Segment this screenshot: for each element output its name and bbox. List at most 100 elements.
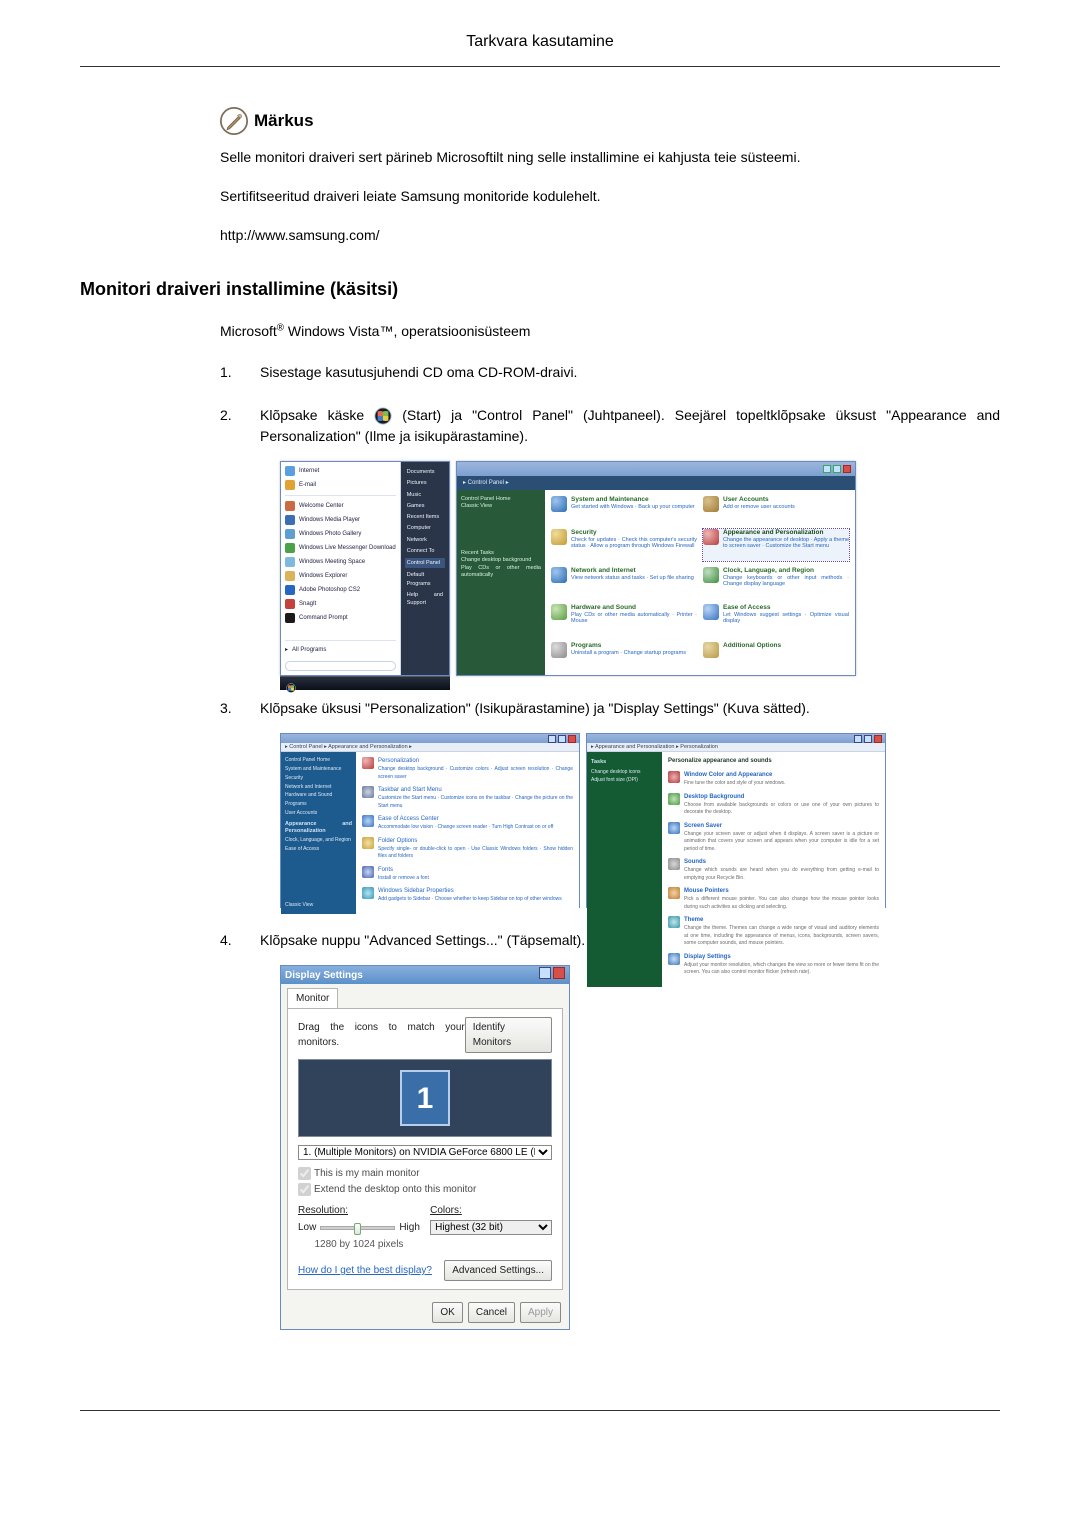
help-link[interactable]: How do I get the best display? [298,1263,432,1278]
cp-side-item[interactable]: Change desktop background [461,557,541,564]
sm-item[interactable]: Command Prompt [285,613,396,623]
cp-side-item[interactable]: Control Panel Home [461,496,541,503]
breadcrumb[interactable]: ▸ Appearance and Personalization ▸ Perso… [587,743,885,752]
advanced-settings-button[interactable]: Advanced Settings... [444,1260,552,1281]
cp-cat-network[interactable]: Network and InternetView network status … [551,567,697,599]
apply-button[interactable]: Apply [520,1302,561,1323]
side-item-active[interactable]: Appearance and Personalization [285,821,352,836]
monitor-preview-area[interactable]: 1 [298,1059,552,1137]
cp-cat-ease[interactable]: Ease of AccessLet Windows suggest settin… [703,604,849,636]
sm-item[interactable]: E-mail [285,480,396,490]
side-item[interactable]: Adjust font size (DPI) [591,777,658,784]
sm-right-item[interactable]: Default Programs [405,571,445,588]
sidebar-link[interactable]: Windows Sidebar PropertiesAdd gadgets to… [362,887,573,904]
side-item[interactable]: Change desktop icons [591,769,658,776]
side-item[interactable]: Clock, Language, and Region [285,837,352,844]
taskbar-link[interactable]: Taskbar and Start MenuCustomize the Star… [362,786,573,810]
breadcrumb[interactable]: ▸ Control Panel ▸ Appearance and Persona… [281,743,579,752]
side-item[interactable]: Ease of Access [285,846,352,853]
cp-cat-security[interactable]: SecurityCheck for updates · Check this c… [551,529,697,560]
cp-cat-users[interactable]: User AccountsAdd or remove user accounts [703,496,849,523]
min-icon[interactable] [548,735,556,743]
close-icon[interactable] [843,465,851,473]
window-titlebar[interactable]: Display Settings [281,966,569,984]
side-item[interactable]: Hardware and Sound [285,792,352,799]
min-icon[interactable] [854,735,862,743]
sm-right-item[interactable]: Network [405,536,445,544]
max-icon[interactable] [558,735,566,743]
extend-desktop-checkbox[interactable]: Extend the desktop onto this monitor [298,1182,552,1197]
side-item[interactable]: Network and Internet [285,784,352,791]
tab-monitor[interactable]: Monitor [287,988,338,1008]
window-titlebar[interactable] [281,734,579,743]
close-icon[interactable] [568,735,576,743]
sm-item[interactable]: Windows Media Player [285,515,396,525]
display-device-select[interactable]: 1. (Multiple Monitors) on NVIDIA GeForce… [298,1145,552,1160]
breadcrumb[interactable]: ▸ Control Panel ▸ [457,476,855,490]
mouse-link[interactable]: Mouse PointersPick a different mouse poi… [668,887,879,911]
appearance-window[interactable]: ▸ Control Panel ▸ Appearance and Persona… [280,733,580,908]
cp-cat-appearance[interactable]: Appearance and PersonalizationChange the… [703,529,849,560]
all-programs[interactable]: ▸All Programs [285,646,396,655]
sm-item[interactable]: Windows Meeting Space [285,557,396,567]
cp-side-item[interactable]: Play CDs or other media automatically [461,565,541,579]
window-color-link[interactable]: Window Color and AppearanceFine tune the… [668,771,879,788]
cp-cat-programs[interactable]: ProgramsUninstall a program · Change sta… [551,642,697,669]
sm-item[interactable]: Windows Explorer [285,571,396,581]
sm-right-item[interactable]: Games [405,502,445,510]
side-item[interactable]: Classic View [285,902,352,909]
ok-button[interactable]: OK [432,1302,462,1323]
folder-link[interactable]: Folder OptionsSpecify single- or double-… [362,837,573,861]
sm-right-item[interactable]: Connect To [405,547,445,555]
sm-item[interactable]: Adobe Photoshop CS2 [285,585,396,595]
fonts-link[interactable]: FontsInstall or remove a font [362,866,573,883]
cp-cat-additional[interactable]: Additional Options [703,642,849,669]
sm-item[interactable]: Windows Photo Gallery [285,529,396,539]
taskbar[interactable] [280,676,450,690]
window-titlebar[interactable] [457,462,855,476]
sm-item[interactable]: SnagIt [285,599,396,609]
max-icon[interactable] [864,735,872,743]
sm-item[interactable]: Windows Live Messenger Download [285,543,396,553]
personalization-link[interactable]: PersonalizationChange desktop background… [362,757,573,781]
window-titlebar[interactable] [587,734,885,743]
desktop-bg-link[interactable]: Desktop BackgroundChoose from available … [668,793,879,817]
sm-item[interactable]: Internet [285,466,396,476]
cancel-button[interactable]: Cancel [468,1302,515,1323]
close-icon[interactable] [874,735,882,743]
sm-right-control-panel[interactable]: Control Panel [405,558,445,568]
side-item[interactable]: Control Panel Home [285,757,352,764]
ease-link[interactable]: Ease of Access CenterAccommodate low vis… [362,815,573,832]
monitor-1-icon[interactable]: 1 [400,1070,450,1126]
vista-start-menu[interactable]: Internet E-mail Welcome Center Windows M… [280,461,450,676]
sm-item[interactable]: Welcome Center [285,501,396,511]
side-item[interactable]: User Accounts [285,810,352,817]
identify-monitors-button[interactable]: Identify Monitors [465,1017,552,1053]
side-item[interactable]: Security [285,775,352,782]
sm-right-item[interactable]: Help and Support [405,591,445,608]
resolution-slider[interactable]: Low High [298,1220,420,1235]
min-icon[interactable] [823,465,831,473]
display-settings-dialog[interactable]: Display Settings Monitor Drag the icons … [280,965,570,1330]
cp-cat-clock[interactable]: Clock, Language, and RegionChange keyboa… [703,567,849,599]
cp-cat-hardware[interactable]: Hardware and SoundPlay CDs or other medi… [551,604,697,636]
sm-right-item[interactable]: Recent Items [405,513,445,521]
cp-cat-system[interactable]: System and MaintenanceGet started with W… [551,496,697,523]
max-icon[interactable] [833,465,841,473]
color-depth-select[interactable]: Highest (32 bit) [430,1220,552,1235]
min-icon[interactable] [539,967,551,979]
personalization-window[interactable]: ▸ Appearance and Personalization ▸ Perso… [586,733,886,908]
sounds-link[interactable]: SoundsChange which sounds are heard when… [668,858,879,882]
control-panel-window[interactable]: ▸ Control Panel ▸ Control Panel Home Cla… [456,461,856,676]
close-icon[interactable] [553,967,565,979]
slider-thumb[interactable] [354,1223,361,1235]
side-item[interactable]: Programs [285,801,352,808]
cp-side-item[interactable]: Classic View [461,503,541,510]
search-box[interactable] [285,661,396,671]
sm-right-item[interactable]: Music [405,491,445,499]
screensaver-link[interactable]: Screen SaverChange your screen saver or … [668,822,879,854]
main-monitor-checkbox[interactable]: This is my main monitor [298,1166,552,1181]
start-orb-icon[interactable] [286,678,296,688]
sm-right-item[interactable]: Pictures [405,479,445,487]
side-item[interactable]: System and Maintenance [285,766,352,773]
